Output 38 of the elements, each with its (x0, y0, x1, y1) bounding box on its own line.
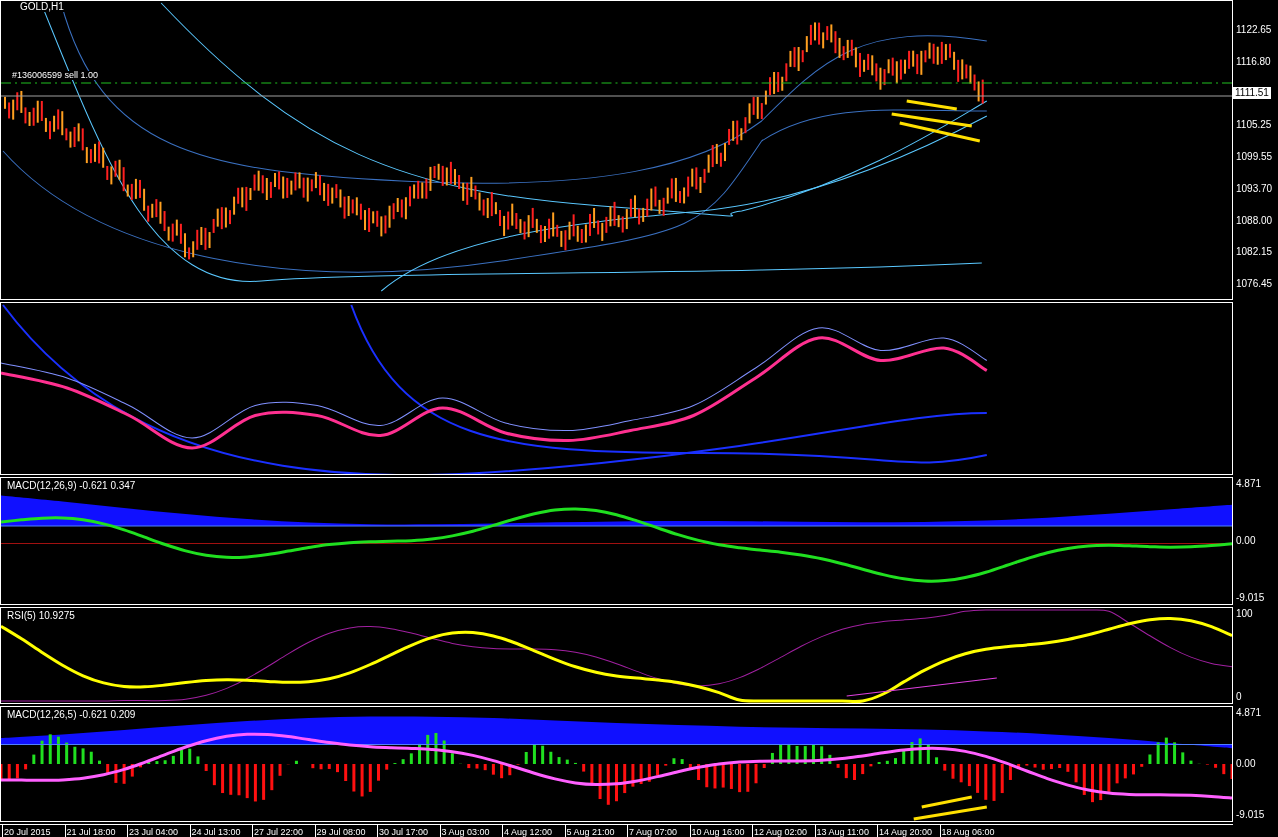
time-axis-label: 27 Jul 22:00 (252, 825, 315, 837)
axis-label: 4.871 (1236, 479, 1263, 489)
time-axis-label: 29 Jul 08:00 (314, 825, 377, 837)
indicator-label: MACD(12,26,9) -0.621 0.347 (7, 481, 136, 491)
time-axis-label: 7 Aug 07:00 (627, 825, 690, 837)
time-axis-label: 13 Aug 11:00 (814, 825, 877, 837)
axis-label: -9.015 (1236, 593, 1266, 603)
time-axis-label: 18 Aug 06:00 (939, 825, 1002, 837)
axis-label: 1093.70 (1236, 183, 1273, 194)
axis-label: 1122.65 (1236, 24, 1272, 35)
time-axis-label: 12 Aug 02:00 (752, 825, 815, 837)
time-axis-label: 14 Aug 20:00 (877, 825, 940, 837)
time-axis-label: 21 Jul 18:00 (64, 825, 127, 837)
time-axis-label: 4 Aug 12:00 (502, 825, 565, 837)
axis-label: 0.00 (1236, 759, 1257, 769)
axis-label: 0.00 (1236, 536, 1257, 546)
axis-label: 0 (1236, 692, 1243, 702)
time-axis-label: 23 Jul 04:00 (127, 825, 190, 837)
axis-label: 1082.15 (1236, 247, 1273, 258)
axis-label: 1116.80 (1236, 56, 1271, 67)
time-axis-label: 30 Jul 17:00 (377, 825, 440, 837)
axis-label: 1088.00 (1236, 215, 1273, 226)
axis-label: 1099.55 (1236, 152, 1273, 162)
axis-label: 1076.45 (1236, 279, 1273, 290)
time-axis-label: 3 Aug 03:00 (439, 825, 502, 837)
indicator-label: MACD(12,26,5) -0.621 0.209 (7, 710, 136, 720)
time-axis-label: 5 Aug 21:00 (564, 825, 627, 837)
axis-label: 100 (1236, 609, 1254, 619)
time-axis-label: 10 Aug 16:00 (689, 825, 752, 837)
axis-label: 4.871 (1236, 708, 1263, 718)
current-price-label: 1111.51 (1233, 87, 1271, 100)
time-axis-label: 24 Jul 13:00 (189, 825, 252, 837)
time-axis-label: 20 Jul 2015 (2, 825, 65, 837)
order-label: #136006599 sell 1.00 (11, 71, 100, 80)
chart-title: GOLD,H1 (19, 2, 65, 12)
indicator-label: RSI(5) 10.9275 (7, 611, 75, 621)
axis-label: -9.015 (1236, 810, 1266, 820)
axis-label: 1105.25 (1236, 120, 1272, 131)
